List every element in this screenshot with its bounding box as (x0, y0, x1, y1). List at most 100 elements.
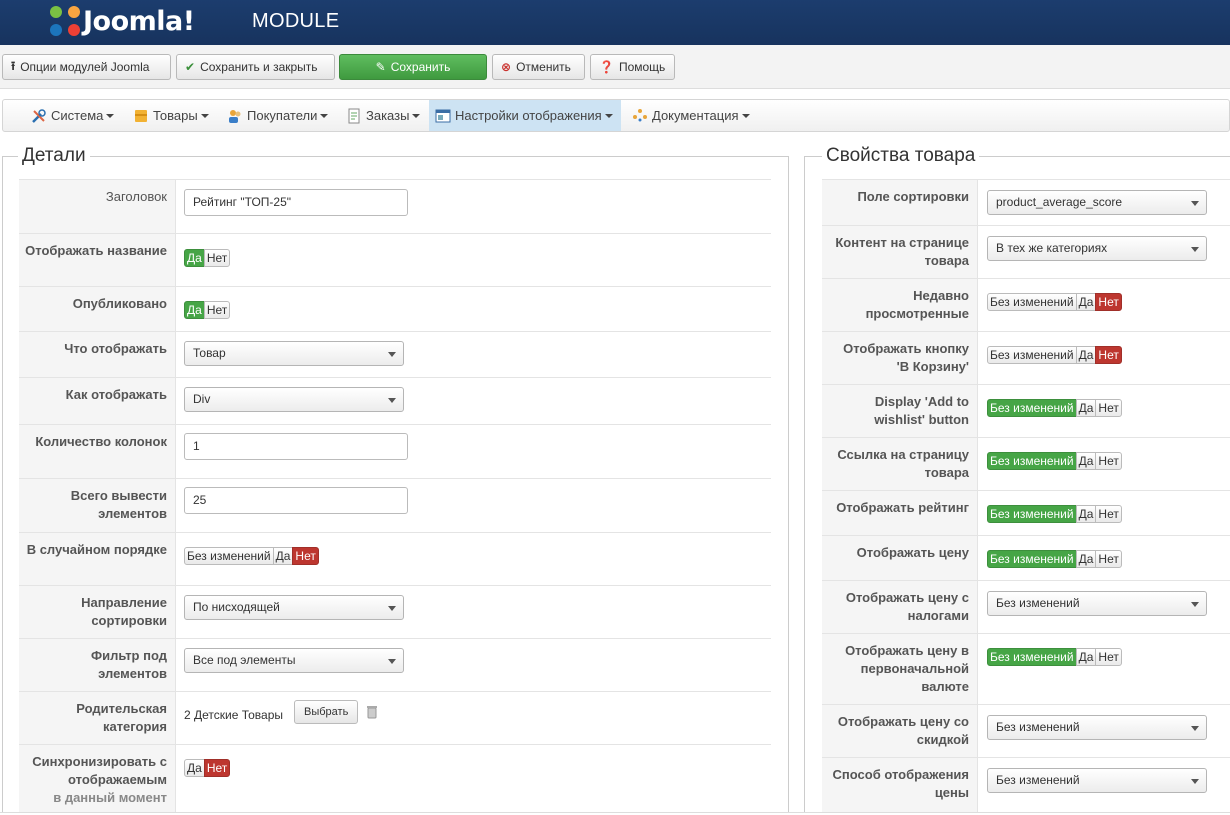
yes-option[interactable]: Да (184, 759, 205, 777)
nochange-option[interactable]: Без изменений (987, 550, 1077, 568)
box-icon (135, 109, 147, 122)
chevron-down-icon (1191, 602, 1199, 607)
no-option[interactable]: Нет (292, 547, 319, 565)
no-option[interactable]: Нет (203, 249, 231, 267)
yes-option[interactable]: Да (1075, 293, 1097, 311)
yes-option[interactable]: Да (1075, 648, 1097, 666)
title-label: Заголовок (19, 180, 176, 233)
menu-products[interactable]: Товары (127, 100, 215, 131)
random-toggle[interactable]: Без изменений Да Нет (184, 547, 319, 565)
props-form: Поле сортировки product_average_score Ко… (822, 179, 1230, 812)
help-button[interactable]: ❓ Помощь (590, 54, 675, 80)
form-row: Что отображать Товар (19, 331, 771, 377)
save-close-button[interactable]: ✔ Сохранить и закрыть (176, 54, 335, 80)
menu-system[interactable]: Система (25, 100, 120, 131)
chevron-down-icon (388, 606, 396, 611)
yes-option[interactable]: Да (184, 249, 205, 267)
nochange-option[interactable]: Без изменений (987, 399, 1077, 417)
sync-toggle[interactable]: Да Нет (184, 759, 231, 777)
chevron-down-icon (1191, 201, 1199, 206)
link-toggle[interactable]: Без изменений Да Нет (987, 452, 1122, 470)
sort-dir-select[interactable]: По нисходящей (184, 595, 404, 620)
cart-toggle[interactable]: Без изменений Да Нет (987, 346, 1122, 364)
no-option[interactable]: Нет (1095, 505, 1122, 523)
check-icon: ✔ (185, 60, 196, 74)
cancel-button[interactable]: ⊗ Отменить (492, 54, 585, 80)
content-select[interactable]: В тех же категориях (987, 236, 1207, 261)
yes-option[interactable]: Да (184, 301, 205, 319)
save-button[interactable]: ✎ Сохранить (339, 54, 487, 80)
no-option[interactable]: Нет (1095, 346, 1122, 364)
menu-docs[interactable]: Документация (626, 100, 756, 131)
no-option[interactable]: Нет (203, 759, 231, 777)
price-mode-select[interactable]: Без изменений (987, 768, 1207, 793)
menu-display-settings[interactable]: Настройки отображения (429, 100, 621, 131)
nochange-option[interactable]: Без изменений (987, 505, 1077, 523)
nochange-option[interactable]: Без изменений (987, 648, 1077, 666)
rating-toggle[interactable]: Без изменений Да Нет (987, 505, 1122, 523)
no-option[interactable]: Нет (203, 301, 231, 319)
no-option[interactable]: Нет (1095, 399, 1122, 417)
form-row: Количество колонок 1 (19, 424, 771, 478)
no-option[interactable]: Нет (1095, 452, 1122, 470)
price-tax-select[interactable]: Без изменений (987, 591, 1207, 616)
yes-option[interactable]: Да (1075, 346, 1097, 364)
title-input[interactable]: Рейтинг "ТОП-25" (184, 189, 408, 216)
nochange-option[interactable]: Без изменений (987, 452, 1077, 470)
yes-option[interactable]: Да (1075, 505, 1097, 523)
trash-icon[interactable] (367, 705, 377, 719)
random-label: В случайном порядке (19, 533, 176, 585)
price-toggle[interactable]: Без изменений Да Нет (987, 550, 1122, 568)
total-label: Всего вывести элементов (19, 479, 176, 532)
recent-toggle[interactable]: Без изменений Да Нет (987, 293, 1122, 311)
form-row: Родительская категория 2 Детские Товары … (19, 691, 771, 744)
published-label: Опубликовано (19, 287, 176, 331)
menu-customers[interactable]: Покупатели (221, 100, 334, 131)
module-options-button[interactable]: ⭱ Опции модулей Joomla (2, 54, 171, 80)
show-name-toggle[interactable]: Да Нет (184, 249, 231, 267)
chevron-down-icon (1191, 726, 1199, 731)
form-row: Контент на странице товара В тех же кате… (822, 225, 1230, 278)
no-option[interactable]: Нет (1095, 648, 1122, 666)
total-input[interactable]: 25 (184, 487, 408, 514)
yes-option[interactable]: Да (1075, 452, 1097, 470)
choose-button[interactable]: Выбрать (294, 700, 359, 724)
menu-orders[interactable]: Заказы (340, 100, 426, 131)
form-row: Отображать цену Без изменений Да Нет (822, 535, 1230, 580)
recent-label: Недавно просмотренные (822, 279, 978, 331)
details-form: Заголовок Рейтинг "ТОП-25" Отображать на… (19, 179, 771, 815)
yes-option[interactable]: Да (1075, 550, 1097, 568)
chevron-down-icon (1191, 247, 1199, 252)
price-disc-select[interactable]: Без изменений (987, 715, 1207, 740)
nochange-option[interactable]: Без изменений (184, 547, 274, 565)
form-row: В случайном порядке Без изменений Да Нет (19, 532, 771, 585)
joomla-logo: Joomla! (50, 3, 195, 39)
no-option[interactable]: Нет (1095, 550, 1122, 568)
nochange-option[interactable]: Без изменений (987, 293, 1077, 311)
form-row: Отображать рейтинг Без изменений Да Нет (822, 490, 1230, 535)
yes-option[interactable]: Да (1075, 399, 1097, 417)
form-row: Display 'Add to wishlist' button Без изм… (822, 384, 1230, 437)
published-toggle[interactable]: Да Нет (184, 301, 231, 319)
form-row: Фильтр под элементов Все под элементы (19, 638, 771, 691)
sparkle-icon (633, 108, 647, 121)
form-row: Как отображать Div (19, 377, 771, 424)
how-select[interactable]: Div (184, 387, 404, 412)
wishlist-label: Display 'Add to wishlist' button (822, 385, 978, 437)
sort-field-select[interactable]: product_average_score (987, 190, 1207, 215)
form-row: Направление сортировки По нисходящей (19, 585, 771, 638)
chevron-down-icon (388, 659, 396, 664)
columns-input[interactable]: 1 (184, 433, 408, 460)
what-select[interactable]: Товар (184, 341, 404, 366)
cancel-icon: ⊗ (501, 60, 512, 74)
nochange-option[interactable]: Без изменений (987, 346, 1077, 364)
no-option[interactable]: Нет (1095, 293, 1122, 311)
wishlist-toggle[interactable]: Без изменений Да Нет (987, 399, 1122, 417)
yes-option[interactable]: Да (272, 547, 294, 565)
edit-icon: ✎ (375, 60, 386, 74)
filter-select[interactable]: Все под элементы (184, 648, 404, 673)
users-icon (229, 109, 241, 123)
form-row: Отображать цену с налогами Без изменений (822, 580, 1230, 633)
sync-label: Синхронизировать с отображаемым в данный … (19, 745, 176, 815)
price-orig-toggle[interactable]: Без изменений Да Нет (987, 648, 1122, 666)
